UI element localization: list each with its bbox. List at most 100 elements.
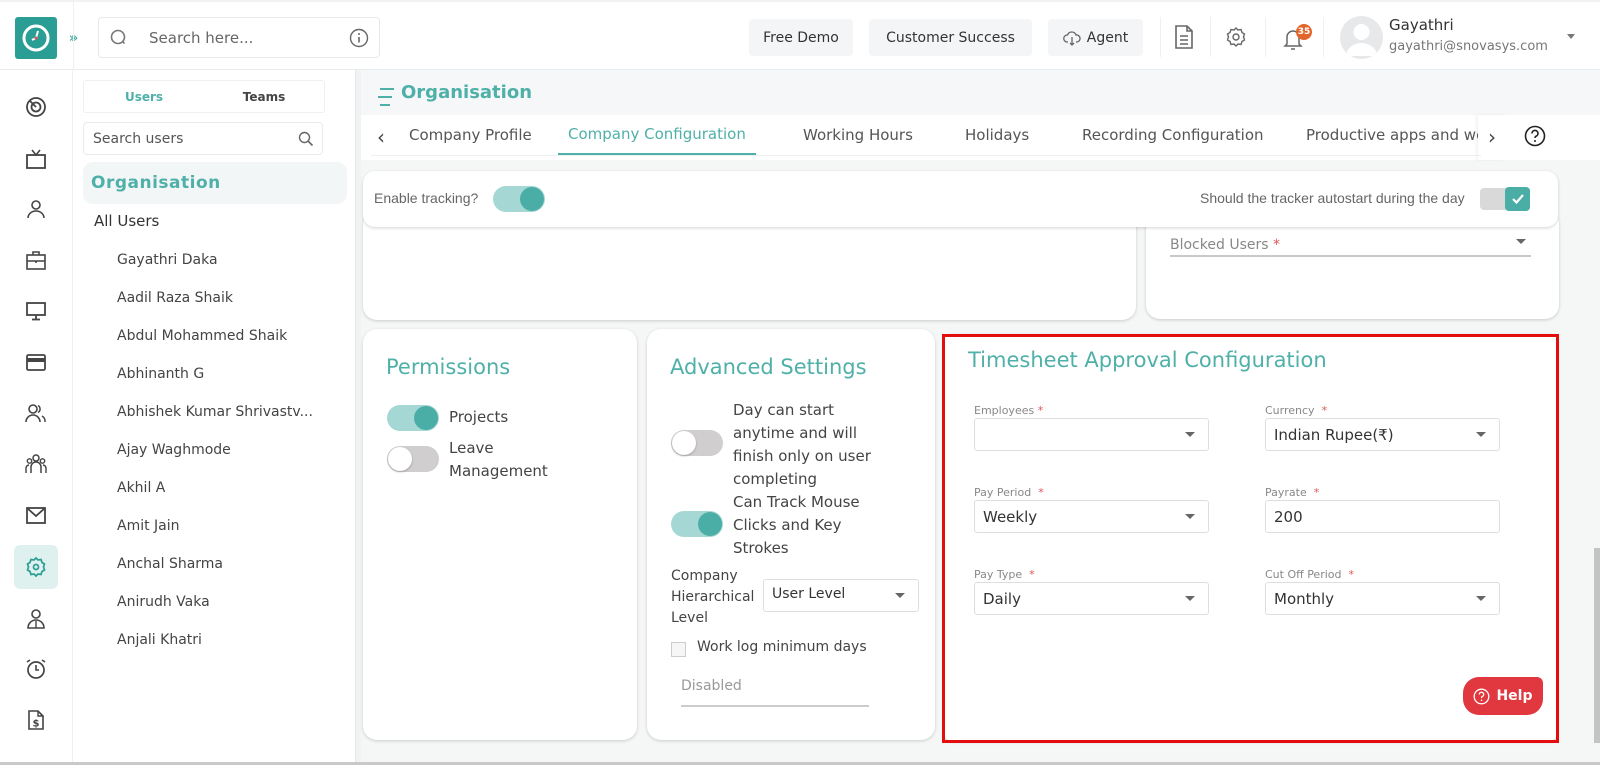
user-list-item[interactable]: Abdul Mohammed Shaik <box>117 328 287 344</box>
expand-sidebar-icon[interactable]: ››› <box>60 26 84 50</box>
blocked-users-select[interactable] <box>1170 255 1531 257</box>
tab-productive-apps[interactable]: Productive apps and web <box>1306 115 1478 155</box>
rail-item-projects[interactable] <box>14 238 58 282</box>
rail-item-timesheet[interactable] <box>14 647 58 691</box>
icon-rail: $ <box>0 70 73 765</box>
tab-working-hours[interactable]: Working Hours <box>803 115 913 155</box>
app-logo[interactable] <box>15 17 57 59</box>
tv-icon <box>26 149 46 169</box>
rail-item-users[interactable] <box>14 391 58 435</box>
employees-select[interactable] <box>974 418 1209 451</box>
currency-select[interactable]: Indian Rupee(₹) <box>1265 418 1500 451</box>
monitor-icon <box>26 302 46 321</box>
rail-item-employee[interactable] <box>14 597 58 641</box>
rail-item-teams[interactable] <box>14 442 58 486</box>
tabs-prev-icon[interactable]: ‹ <box>377 125 385 149</box>
day-start-anytime-toggle[interactable] <box>671 430 723 456</box>
rail-item-livefeed[interactable] <box>14 137 58 181</box>
help-circle-icon[interactable] <box>1524 125 1546 147</box>
projects-toggle[interactable] <box>387 405 439 431</box>
user-list-item[interactable]: Gayathri Daka <box>117 252 218 268</box>
cut-off-period-label: Cut Off Period * <box>1265 568 1354 581</box>
pay-period-select[interactable]: Weekly <box>974 500 1209 533</box>
day-start-anytime-label: Day can start anytime and will finish on… <box>733 401 871 488</box>
advanced-settings-title: Advanced Settings <box>670 355 867 379</box>
caret-down-icon <box>895 593 905 598</box>
required-mark: * <box>1313 486 1320 499</box>
help-label: Help <box>1496 688 1533 704</box>
employees-label-text: Employees <box>974 404 1035 417</box>
tab-recording-configuration[interactable]: Recording Configuration <box>1082 115 1264 155</box>
user-list-item[interactable]: Anchal Sharma <box>117 556 223 572</box>
users-teams-tabs: Users Teams <box>83 80 325 113</box>
search-icon[interactable] <box>298 131 314 147</box>
leave-management-toggle[interactable] <box>387 446 439 472</box>
rail-item-messages[interactable] <box>14 493 58 537</box>
user-list-item[interactable]: Anirudh Vaka <box>117 594 210 610</box>
hierarchy-level-label: Company Hierarchical Level <box>671 568 755 626</box>
blocked-users-caret-icon[interactable] <box>1516 239 1526 244</box>
user-list-item[interactable]: Anjali Khatri <box>117 632 202 648</box>
user-list-item[interactable]: Abhinanth G <box>117 366 204 382</box>
worklog-underline <box>681 705 869 707</box>
tabs-divider <box>371 155 1481 156</box>
user-list-item[interactable]: Akhil A <box>117 480 165 496</box>
worklog-checkbox[interactable] <box>671 642 686 657</box>
currency-label-text: Currency <box>1265 404 1315 417</box>
user-list-item[interactable]: Aadil Raza Shaik <box>117 290 233 306</box>
rail-item-profile[interactable] <box>14 187 58 231</box>
tab-holidays[interactable]: Holidays <box>965 115 1029 155</box>
caret-down-icon <box>1476 432 1486 437</box>
hierarchy-level-select[interactable]: User Level <box>763 579 919 612</box>
help-button[interactable]: Help <box>1463 677 1543 715</box>
menu-icon[interactable] <box>378 87 396 107</box>
track-mouse-clicks-toggle[interactable] <box>671 511 723 537</box>
avatar[interactable] <box>1340 16 1383 59</box>
scrollbar-thumb[interactable] <box>1594 548 1600 743</box>
agent-button[interactable]: Agent <box>1048 19 1143 56</box>
customer-success-button[interactable]: Customer Success <box>869 19 1032 56</box>
tab-users[interactable]: Users <box>84 81 204 112</box>
currency-label: Currency * <box>1265 404 1327 417</box>
blocked-users-text: Blocked Users <box>1170 237 1269 253</box>
tracking-card: Enable tracking? Should the tracker auto… <box>363 171 1558 227</box>
user-list-item[interactable]: Amit Jain <box>117 518 180 534</box>
free-demo-button[interactable]: Free Demo <box>749 19 853 56</box>
required-mark: * <box>1038 486 1044 499</box>
user-menu-caret-icon[interactable] <box>1567 34 1575 39</box>
user-email: gayathri@snovasys.com <box>1389 39 1548 54</box>
payrate-input[interactable]: 200 <box>1265 500 1500 533</box>
users-icon <box>25 404 46 423</box>
permissions-title: Permissions <box>386 355 511 379</box>
all-users-item[interactable]: All Users <box>94 212 159 230</box>
enable-tracking-toggle[interactable] <box>493 186 545 212</box>
user-avatar-icon <box>1346 24 1377 56</box>
user-search-input[interactable] <box>93 130 288 147</box>
autostart-label: Should the tracker autostart during the … <box>1200 190 1465 206</box>
settings-icon <box>26 556 46 578</box>
tab-teams[interactable]: Teams <box>204 81 324 112</box>
pay-period-value: Weekly <box>983 507 1038 526</box>
rail-item-billing[interactable] <box>14 340 58 384</box>
document-icon[interactable] <box>1173 24 1195 50</box>
rail-item-assets[interactable] <box>14 289 58 333</box>
settings-icon[interactable] <box>1225 26 1247 48</box>
tabs-next-icon[interactable]: › <box>1488 125 1496 149</box>
mail-icon <box>26 507 46 524</box>
rail-item-expenses[interactable]: $ <box>14 698 58 742</box>
tab-company-configuration[interactable]: Company Configuration <box>558 115 756 155</box>
user-list-item[interactable]: Abhishek Kumar Shrivastv... <box>117 404 313 420</box>
organisation-item[interactable]: Organisation <box>83 162 347 204</box>
autostart-toggle[interactable] <box>1480 187 1530 211</box>
divider <box>1160 17 1161 57</box>
rail-item-dashboard[interactable] <box>14 85 58 129</box>
rail-item-settings[interactable] <box>14 545 58 589</box>
divider <box>1323 17 1324 57</box>
global-search-input[interactable] <box>149 28 339 47</box>
cut-off-period-select[interactable]: Monthly <box>1265 582 1500 615</box>
enable-tracking-label: Enable tracking? <box>374 190 479 206</box>
user-list-item[interactable]: Ajay Waghmode <box>117 442 231 458</box>
info-icon[interactable] <box>349 28 369 48</box>
pay-type-select[interactable]: Daily <box>974 582 1209 615</box>
tab-company-profile[interactable]: Company Profile <box>409 115 532 155</box>
